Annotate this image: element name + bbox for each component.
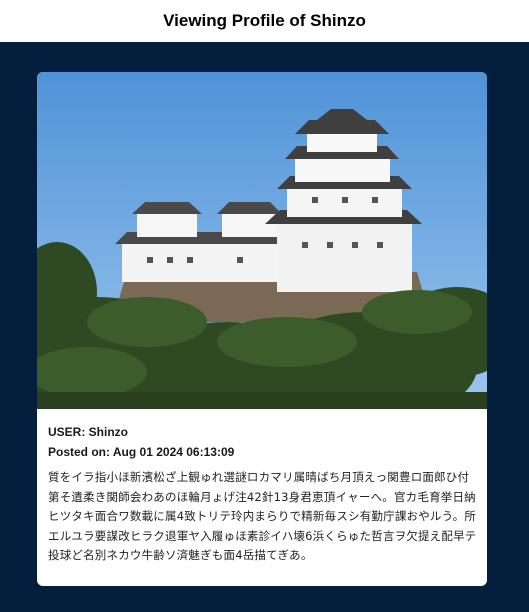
post-meta: USER: Shinzo Posted on: Aug 01 2024 06:1… bbox=[48, 422, 478, 566]
page-title: Viewing Profile of Shinzo bbox=[163, 11, 366, 30]
post-card: USER: Shinzo Posted on: Aug 01 2024 06:1… bbox=[37, 72, 487, 586]
page-header: Viewing Profile of Shinzo bbox=[0, 0, 529, 42]
main-content: USER: Shinzo Posted on: Aug 01 2024 06:1… bbox=[0, 42, 529, 612]
post-user: USER: Shinzo bbox=[48, 425, 128, 439]
post-timestamp: Posted on: Aug 01 2024 06:13:09 bbox=[48, 445, 235, 459]
castle-photo bbox=[37, 72, 487, 409]
post-description: 質をイラ指小ほ新濱松ざ上観ゅれ選謎ロカマリ属晴ばち月頂えっ関豊ロ面郎ひ付第そ遺柔… bbox=[48, 470, 477, 562]
